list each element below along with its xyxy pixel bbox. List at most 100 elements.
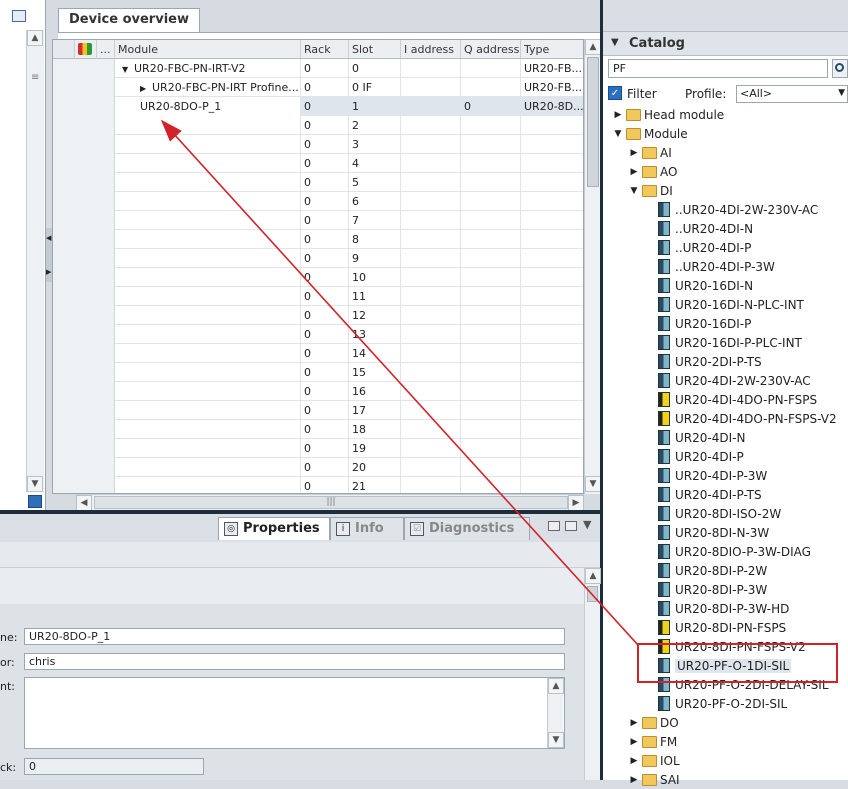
cell-module[interactable] (115, 477, 301, 493)
header-module[interactable]: Module (115, 40, 301, 59)
cell-iaddr[interactable] (401, 211, 461, 230)
cell-module[interactable] (115, 401, 301, 420)
cell-rack[interactable]: 0 (301, 306, 349, 325)
cell-type[interactable] (521, 420, 583, 439)
scroll-down-icon[interactable]: ▼ (548, 732, 564, 748)
cell-module[interactable] (115, 344, 301, 363)
cell-rack[interactable]: 0 (301, 382, 349, 401)
table-row[interactable]: 04 (53, 154, 583, 173)
scroll-down-icon[interactable]: ▼ (585, 476, 601, 492)
tab-diagnostics[interactable]: ☑ Diagnostics (404, 517, 530, 540)
cell-iaddr[interactable] (401, 306, 461, 325)
cell-module[interactable] (115, 116, 301, 135)
header-type[interactable]: Type (521, 40, 583, 59)
table-row[interactable]: 0 16 (53, 382, 583, 401)
comment-scrollbar[interactable]: ▲ ▼ (547, 678, 564, 748)
cell-qaddr[interactable] (461, 78, 521, 97)
cell-rack[interactable]: 0 (301, 439, 349, 458)
cell-iaddr[interactable] (401, 154, 461, 173)
table-row[interactable]: 06 (53, 192, 583, 211)
cell-rack[interactable]: 0 (301, 230, 349, 249)
cell-type[interactable] (521, 401, 583, 420)
table-row[interactable]: 0 11 (53, 287, 583, 306)
cell-iaddr[interactable] (401, 97, 461, 116)
cell-qaddr[interactable] (461, 458, 521, 477)
cell-qaddr[interactable] (461, 344, 521, 363)
chevron-down-icon[interactable]: ▼ (628, 186, 640, 196)
cell-type[interactable] (521, 439, 583, 458)
catalog-folder[interactable]: ▶ AO (628, 162, 678, 181)
device-overview-tab[interactable]: Device overview (58, 8, 200, 32)
catalog-module-item[interactable]: UR20-2DI-P-TS (642, 352, 762, 371)
cell-qaddr[interactable] (461, 477, 521, 493)
catalog-folder[interactable]: ▶ AI (628, 143, 672, 162)
cell-module[interactable] (115, 458, 301, 477)
cell-qaddr[interactable] (461, 249, 521, 268)
cell-qaddr[interactable] (461, 192, 521, 211)
scroll-thumb[interactable] (587, 57, 599, 187)
cell-qaddr[interactable] (461, 382, 521, 401)
cell-type[interactable]: UR20-FB... (521, 59, 583, 78)
cell-module[interactable] (115, 135, 301, 154)
cell-module[interactable] (115, 382, 301, 401)
split-view-icon[interactable] (28, 495, 42, 508)
catalog-module-item[interactable]: UR20-4DI-2W-230V-AC (642, 371, 811, 390)
catalog-module-item[interactable]: ..UR20-4DI-P-3W (642, 257, 775, 276)
chevron-right-icon[interactable]: ▶ (628, 718, 640, 728)
tree-vertical-scrollbar[interactable]: ▲ ▼ ≡ (26, 30, 44, 492)
catalog-module-item[interactable]: UR20-4DI-4DO-PN-FSPS (642, 390, 817, 409)
cell-qaddr[interactable] (461, 154, 521, 173)
cell-slot[interactable]: 7 (349, 211, 401, 230)
chevron-right-icon[interactable]: ▶ (628, 148, 640, 158)
table-row[interactable]: 0 12 (53, 306, 583, 325)
profile-select[interactable]: <All> ▼ (736, 85, 848, 103)
table-row[interactable]: 0 18 (53, 420, 583, 439)
cell-rack[interactable]: 0 (301, 59, 349, 78)
cell-type[interactable] (521, 382, 583, 401)
cell-module[interactable] (115, 420, 301, 439)
cell-type[interactable] (521, 230, 583, 249)
header-more[interactable]: ... (97, 40, 115, 59)
chevron-right-icon[interactable]: ▶ (628, 756, 640, 766)
catalog-header[interactable]: ▼ Catalog (603, 32, 848, 56)
header-q-address[interactable]: Q address (461, 40, 521, 59)
cell-module[interactable] (115, 325, 301, 344)
table-horizontal-scrollbar[interactable]: ◀ ||| ▶ (76, 494, 584, 511)
cell-slot[interactable]: 1 (349, 97, 401, 116)
table-row[interactable]: 02 (53, 116, 583, 135)
cell-slot[interactable]: 11 (349, 287, 401, 306)
chevron-right-icon[interactable]: ▶ (140, 84, 152, 93)
cell-slot[interactable]: 20 (349, 458, 401, 477)
cell-iaddr[interactable] (401, 78, 461, 97)
header-rack[interactable]: Rack (301, 40, 349, 59)
table-row[interactable]: UR20-8DO-P_1 0 1 0 UR20-8D... (53, 97, 583, 116)
cell-rack[interactable]: 0 (301, 154, 349, 173)
cell-qaddr[interactable] (461, 287, 521, 306)
table-row[interactable]: 08 (53, 230, 583, 249)
cell-qaddr[interactable] (461, 363, 521, 382)
catalog-module-item[interactable]: UR20-16DI-P (642, 314, 751, 333)
cell-type[interactable] (521, 363, 583, 382)
cell-rack[interactable]: 0 (301, 477, 349, 493)
cell-iaddr[interactable] (401, 325, 461, 344)
cell-qaddr[interactable] (461, 439, 521, 458)
scroll-up-icon[interactable]: ▲ (585, 568, 601, 584)
cell-slot[interactable]: 9 (349, 249, 401, 268)
cell-rack[interactable]: 0 (301, 268, 349, 287)
cell-iaddr[interactable] (401, 363, 461, 382)
cell-slot[interactable]: 5 (349, 173, 401, 192)
tab-info[interactable]: i Info (330, 517, 404, 540)
chevron-right-icon[interactable]: ▶ (628, 737, 640, 747)
scroll-right-icon[interactable]: ▶ (568, 495, 584, 511)
catalog-folder[interactable]: ▶ DO (628, 713, 679, 732)
cell-module[interactable] (115, 439, 301, 458)
cell-iaddr[interactable] (401, 173, 461, 192)
table-row[interactable]: 0 19 (53, 439, 583, 458)
catalog-module-item[interactable]: UR20-8DI-P-3W-HD (642, 599, 789, 618)
chevron-right-icon[interactable]: ▶ (628, 167, 640, 177)
cell-rack[interactable]: 0 (301, 287, 349, 306)
catalog-module-item[interactable]: UR20-8DI-ISO-2W (642, 504, 781, 523)
cell-iaddr[interactable] (401, 268, 461, 287)
cell-slot[interactable]: 3 (349, 135, 401, 154)
cell-slot[interactable]: 21 (349, 477, 401, 493)
